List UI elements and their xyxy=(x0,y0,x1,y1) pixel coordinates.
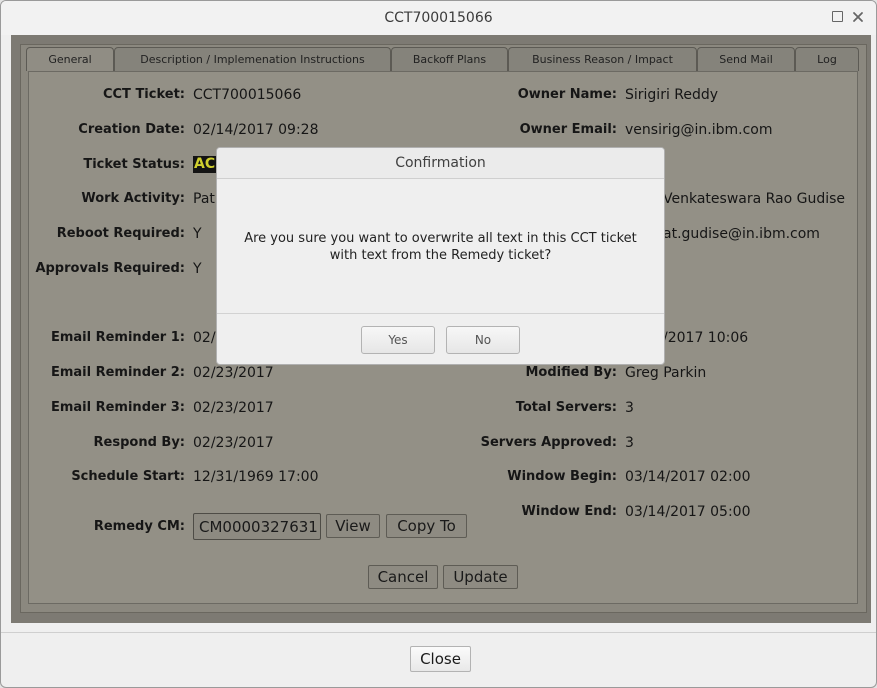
respond-by-value: 02/23/2017 xyxy=(193,435,274,451)
modified-date-value: /2017 10:06 xyxy=(663,330,749,346)
title-bar: CCT700015066 xyxy=(1,1,876,35)
footer-divider xyxy=(1,632,876,633)
window-begin-label: Window Begin: xyxy=(507,469,617,484)
tab-send-mail[interactable]: Send Mail xyxy=(697,47,795,71)
email-reminder-2-value: 02/23/2017 xyxy=(193,365,274,381)
email-reminder-3-label: Email Reminder 3: xyxy=(50,400,185,415)
email-reminder-2-label: Email Reminder 2: xyxy=(50,365,185,380)
work-activity-value: Pat xyxy=(193,191,215,207)
schedule-start-value: 12/31/1969 17:00 xyxy=(193,469,319,485)
cct-ticket-value: CCT700015066 xyxy=(193,87,302,103)
ticket-window: CCT700015066 General Description / Imple… xyxy=(0,0,877,688)
window-begin-value: 03/14/2017 02:00 xyxy=(625,469,751,485)
servers-approved-value: 3 xyxy=(625,435,634,451)
approver-email-value: at.gudise@in.ibm.com xyxy=(663,226,820,242)
owner-email-value: vensirig@in.ibm.com xyxy=(625,122,773,138)
tab-log[interactable]: Log xyxy=(795,47,859,71)
creation-date-label: Creation Date: xyxy=(78,122,185,137)
tab-backoff-plans[interactable]: Backoff Plans xyxy=(391,47,508,71)
approvals-required-label: Approvals Required: xyxy=(35,261,185,276)
approvals-required-value: Y xyxy=(193,261,202,277)
total-servers-label: Total Servers: xyxy=(515,400,617,415)
confirmation-dialog: Confirmation Are you sure you want to ov… xyxy=(216,147,665,365)
tab-general[interactable]: General xyxy=(26,47,114,71)
creation-date-value: 02/14/2017 09:28 xyxy=(193,122,319,138)
email-reminder-1-value: 02/ xyxy=(193,330,216,346)
dialog-message: Are you sure you want to overwrite all t… xyxy=(232,230,649,264)
remedy-cm-input[interactable] xyxy=(193,513,321,540)
owner-name-value: Sirigiri Reddy xyxy=(625,87,719,103)
total-servers-value: 3 xyxy=(625,400,634,416)
approver-name-value: Venkateswara Rao Gudise xyxy=(663,191,846,207)
respond-by-label: Respond By: xyxy=(93,435,185,450)
schedule-start-label: Schedule Start: xyxy=(71,469,185,484)
reboot-required-label: Reboot Required: xyxy=(56,226,185,241)
dialog-message-line-2: with text from the Remedy ticket? xyxy=(329,248,552,263)
update-button[interactable]: Update xyxy=(443,565,518,589)
status-badge: AC xyxy=(193,156,216,173)
modified-by-value: Greg Parkin xyxy=(625,365,707,381)
email-reminder-1-label: Email Reminder 1: xyxy=(50,330,185,345)
servers-approved-label: Servers Approved: xyxy=(480,435,617,450)
cct-ticket-label: CCT Ticket: xyxy=(102,87,185,102)
close-icon[interactable] xyxy=(851,10,865,24)
maximize-icon[interactable] xyxy=(831,10,845,24)
window-end-value: 03/14/2017 05:00 xyxy=(625,504,751,520)
work-activity-label: Work Activity: xyxy=(81,191,185,206)
modified-by-label: Modified By: xyxy=(525,365,618,380)
email-reminder-3-value: 02/23/2017 xyxy=(193,400,274,416)
window-end-label: Window End: xyxy=(521,504,617,519)
yes-button[interactable]: Yes xyxy=(361,326,435,354)
ticket-status-label: Ticket Status: xyxy=(83,157,185,172)
dialog-divider xyxy=(217,313,664,314)
close-button[interactable]: Close xyxy=(410,646,471,672)
tab-business-reason[interactable]: Business Reason / Impact xyxy=(508,47,697,71)
reboot-required-value: Y xyxy=(193,226,202,242)
owner-name-label: Owner Name: xyxy=(517,87,617,102)
copy-to-button[interactable]: Copy To xyxy=(386,514,467,538)
view-button[interactable]: View xyxy=(326,514,380,538)
window-title: CCT700015066 xyxy=(384,10,493,26)
dialog-title: Confirmation xyxy=(217,148,664,179)
tab-description[interactable]: Description / Implemenation Instructions xyxy=(114,47,391,71)
owner-email-label: Owner Email: xyxy=(519,122,617,137)
no-button[interactable]: No xyxy=(446,326,520,354)
remedy-cm-label: Remedy CM: xyxy=(93,519,185,534)
dialog-message-line-1: Are you sure you want to overwrite all t… xyxy=(244,231,637,246)
cancel-button[interactable]: Cancel xyxy=(368,565,438,589)
